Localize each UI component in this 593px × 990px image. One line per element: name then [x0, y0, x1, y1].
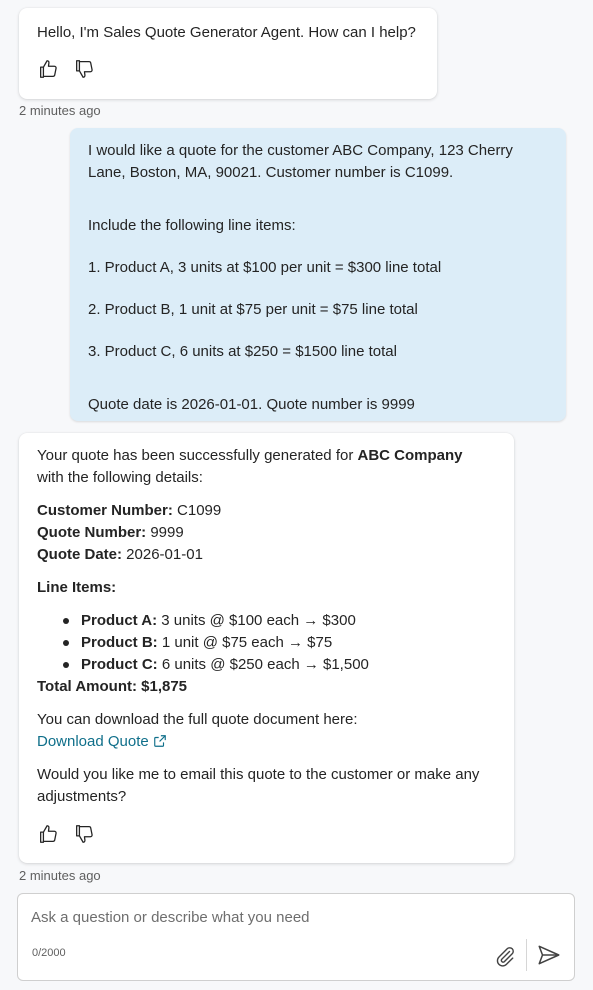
item-detail: 1 unit @ $75 each → $75	[157, 634, 333, 651]
user-message-line: 2. Product B, 1 unit at $75 per unit = $…	[88, 301, 418, 318]
paperclip-icon[interactable]	[493, 944, 517, 968]
line-items-heading: Line Items:	[37, 579, 117, 596]
intro-text: Your quote has been successfully generat…	[37, 447, 358, 464]
greeting-text: Hello, I'm Sales Quote Generator Agent. …	[37, 24, 416, 41]
thumbs-up-icon[interactable]	[37, 58, 59, 80]
item-name: Product C:	[81, 656, 158, 673]
response-timestamp: 2 minutes ago	[19, 868, 101, 883]
quote-date-value: 2026-01-01	[122, 546, 203, 563]
download-link-label: Download Quote	[37, 733, 149, 750]
quote-date-label: Quote Date:	[37, 546, 123, 563]
user-message-line: 1. Product A, 3 units at $100 per unit =…	[88, 259, 442, 276]
quote-number-value: 9999	[146, 524, 184, 541]
item-detail: 3 units @ $100 each → $300	[157, 612, 356, 629]
followup-question: Would you like me to email this quote to…	[37, 766, 480, 805]
item-detail: 6 units @ $250 each → $1,500	[157, 656, 369, 673]
feedback-bar	[37, 58, 419, 80]
input-divider	[526, 939, 527, 971]
customer-number-value: C1099	[172, 502, 222, 519]
bot-message-greeting: Hello, I'm Sales Quote Generator Agent. …	[19, 8, 437, 99]
thumbs-up-icon[interactable]	[37, 823, 59, 845]
thumbs-down-icon[interactable]	[73, 58, 95, 80]
download-quote-link[interactable]: Download Quote	[37, 733, 167, 750]
quote-date-row: Quote Date: 2026-01-01	[37, 544, 496, 566]
user-message-line: Include the following line items:	[88, 217, 296, 234]
send-icon[interactable]	[536, 942, 562, 968]
feedback-bar	[37, 823, 496, 845]
intro-suffix: with the following details:	[37, 469, 203, 486]
response-intro: Your quote has been successfully generat…	[37, 445, 496, 489]
user-message-line: 3. Product C, 6 units at $250 = $1500 li…	[88, 343, 397, 360]
quote-number-label: Quote Number:	[37, 524, 147, 541]
user-message: I would like a quote for the customer AB…	[70, 128, 566, 421]
external-link-icon	[153, 735, 166, 747]
chat-input-box: 0/2000	[17, 893, 575, 981]
thumbs-down-icon[interactable]	[73, 823, 95, 845]
chat-input[interactable]	[31, 909, 551, 933]
user-message-line: I would like a quote for the customer AB…	[88, 142, 513, 181]
quote-number-row: Quote Number: 9999	[37, 522, 496, 544]
total-amount: Total Amount: $1,875	[37, 678, 188, 695]
greeting-timestamp: 2 minutes ago	[19, 103, 101, 118]
download-row: Download Quote	[37, 731, 496, 753]
customer-number-row: Customer Number: C1099	[37, 500, 496, 522]
item-name: Product B:	[81, 634, 158, 651]
item-name: Product A:	[81, 612, 158, 629]
list-item: Product A: 3 units @ $100 each → $300	[63, 610, 496, 632]
download-text: You can download the full quote document…	[37, 711, 358, 728]
line-items-list: Product A: 3 units @ $100 each → $300 Pr…	[63, 610, 496, 676]
bot-message-response: Your quote has been successfully generat…	[19, 433, 514, 863]
user-message-line: Quote date is 2026-01-01. Quote number i…	[88, 396, 415, 413]
character-counter: 0/2000	[32, 947, 66, 959]
list-item: Product C: 6 units @ $250 each → $1,500	[63, 654, 496, 676]
company-name: ABC Company	[357, 447, 463, 464]
customer-number-label: Customer Number:	[37, 502, 173, 519]
list-item: Product B: 1 unit @ $75 each → $75	[63, 632, 496, 654]
